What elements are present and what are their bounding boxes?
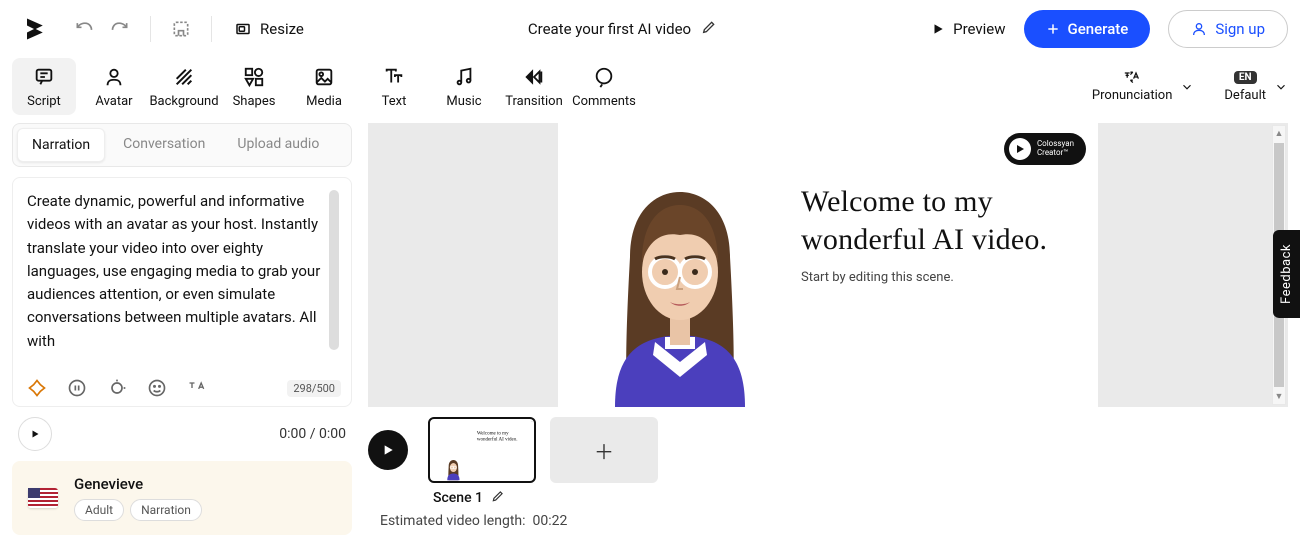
script-scrollbar[interactable] xyxy=(329,190,339,350)
language-icon: EN xyxy=(1235,70,1255,84)
tool-label: Avatar xyxy=(95,94,132,109)
preview-button[interactable]: Preview xyxy=(931,20,1005,38)
tool-label: Transition xyxy=(505,94,563,109)
script-editor: Create dynamic, powerful and informative… xyxy=(12,177,352,407)
pause-marker-icon[interactable] xyxy=(67,378,87,398)
topbar-right: Preview Generate Sign up xyxy=(931,10,1288,48)
tool-tab-shapes[interactable]: Shapes xyxy=(222,58,286,115)
feedback-tab[interactable]: Feedback xyxy=(1273,230,1300,318)
scene-thumbnail-1[interactable]: Welcome to mywonderful AI video. → xyxy=(428,417,536,483)
scroll-up-icon[interactable]: ▲ xyxy=(1275,126,1284,141)
emoji-icon[interactable] xyxy=(147,378,167,398)
brand-watermark: Colossyan Creator™ xyxy=(1004,133,1086,165)
redo-button[interactable] xyxy=(102,11,138,47)
stage-margin-right: ▲ ▼ xyxy=(1098,123,1288,407)
tool-tab-transition[interactable]: Transition xyxy=(502,58,566,115)
edit-scene-name-icon[interactable] xyxy=(491,489,505,507)
tool-label: Script xyxy=(27,94,61,109)
script-toolbar: 298/500 xyxy=(27,372,341,398)
video-canvas[interactable]: Colossyan Creator™ xyxy=(558,123,1098,407)
add-scene-button[interactable]: ＋ xyxy=(550,417,658,483)
voice-tag: Adult xyxy=(74,499,124,521)
separator xyxy=(150,16,151,42)
signup-label: Sign up xyxy=(1215,20,1265,38)
scroll-down-icon[interactable]: ▼ xyxy=(1275,389,1284,404)
tool-tab-music[interactable]: Music xyxy=(432,58,496,115)
left-panel: Narration Conversation Upload audio Crea… xyxy=(12,123,352,559)
tool-label: Background xyxy=(149,94,218,109)
audio-preview-row: 0:00 / 0:00 xyxy=(12,407,352,461)
undo-button[interactable] xyxy=(66,11,102,47)
stage-text-area[interactable]: Welcome to my wonderful AI video. Start … xyxy=(801,123,1098,407)
audio-time: 0:00 / 0:00 xyxy=(279,426,346,442)
project-title-area: Create your first AI video xyxy=(314,19,931,39)
stage-subtitle: Start by editing this scene. xyxy=(801,270,1078,285)
ai-icon[interactable] xyxy=(27,378,47,398)
script-tab-upload[interactable]: Upload audio xyxy=(223,128,333,162)
avatar-figure[interactable] xyxy=(558,123,801,407)
language-badge: EN xyxy=(1234,71,1257,84)
pronunciation-label: Pronunciation xyxy=(1092,88,1172,103)
resize-label: Resize xyxy=(260,20,304,38)
tool-tab-comments[interactable]: Comments xyxy=(572,58,636,115)
tool-tab-media[interactable]: Media xyxy=(292,58,356,115)
canvas-area: Colossyan Creator™ xyxy=(368,123,1288,559)
timeline: Welcome to mywonderful AI video. → ＋ xyxy=(368,407,1288,483)
tool-right-controls: Pronunciation EN Default xyxy=(1092,70,1288,103)
chevron-down-icon xyxy=(1180,80,1194,94)
tool-label: Comments xyxy=(572,94,636,109)
tool-label: Music xyxy=(446,94,481,109)
tool-tab-text[interactable]: Text xyxy=(362,58,426,115)
app-logo[interactable] xyxy=(20,15,48,43)
signup-button[interactable]: Sign up xyxy=(1168,10,1288,48)
pronunciation-dropdown[interactable]: Pronunciation xyxy=(1092,70,1194,103)
resize-button[interactable]: Resize xyxy=(224,14,314,44)
scene-label[interactable]: Scene 1 xyxy=(433,490,483,506)
voice-card[interactable]: Genevieve Adult Narration xyxy=(12,461,352,535)
flag-us-icon xyxy=(28,488,58,508)
video-length-row: Estimated video length: 00:22 xyxy=(368,507,1288,529)
generate-label: Generate xyxy=(1068,20,1129,38)
generate-button[interactable]: Generate xyxy=(1024,10,1151,48)
timeline-play-button[interactable] xyxy=(368,430,408,470)
script-mode-tabs: Narration Conversation Upload audio xyxy=(12,123,352,167)
stage-margin-left xyxy=(368,123,558,407)
language-label: Default xyxy=(1224,88,1266,103)
pronunciation-icon xyxy=(1122,70,1142,84)
tool-label: Shapes xyxy=(233,94,276,109)
tool-label: Text xyxy=(382,94,407,109)
script-tab-conversation[interactable]: Conversation xyxy=(109,128,219,162)
stage-wrap: Colossyan Creator™ xyxy=(368,123,1288,407)
scene-label-row: Scene 1 xyxy=(368,483,1288,507)
gesture-icon[interactable] xyxy=(107,378,127,398)
audio-play-button[interactable] xyxy=(18,417,52,451)
tool-row: Script Avatar Background Shapes Media Te… xyxy=(0,58,1300,123)
tool-tabs: Script Avatar Background Shapes Media Te… xyxy=(12,58,636,115)
separator xyxy=(211,16,212,42)
tool-label: Media xyxy=(306,94,342,109)
language-dropdown[interactable]: EN Default xyxy=(1224,70,1288,103)
char-count: 298/500 xyxy=(287,380,341,397)
chevron-down-icon xyxy=(1274,80,1288,94)
topbar: Resize Create your first AI video Previe… xyxy=(0,0,1300,58)
brand-logo-icon xyxy=(1009,138,1031,160)
edit-title-icon[interactable] xyxy=(701,19,717,39)
main-area: Narration Conversation Upload audio Crea… xyxy=(0,123,1300,559)
voice-tag: Narration xyxy=(130,499,202,521)
preview-label: Preview xyxy=(953,20,1005,38)
save-draft-button[interactable] xyxy=(163,11,199,47)
voice-info: Genevieve Adult Narration xyxy=(74,475,202,521)
voice-name: Genevieve xyxy=(74,475,202,493)
script-textarea[interactable]: Create dynamic, powerful and informative… xyxy=(27,190,341,372)
script-tab-narration[interactable]: Narration xyxy=(17,128,105,162)
tool-tab-avatar[interactable]: Avatar xyxy=(82,58,146,115)
length-value: 00:22 xyxy=(532,513,567,529)
stage-title: Welcome to my wonderful AI video. xyxy=(801,183,1078,258)
tool-tab-script[interactable]: Script xyxy=(12,58,76,115)
length-prefix: Estimated video length: xyxy=(380,513,526,529)
project-title[interactable]: Create your first AI video xyxy=(528,20,691,38)
pronunciation-mini-icon[interactable] xyxy=(187,378,207,398)
tool-tab-background[interactable]: Background xyxy=(152,58,216,115)
brand-text: Creator™ xyxy=(1037,149,1074,158)
